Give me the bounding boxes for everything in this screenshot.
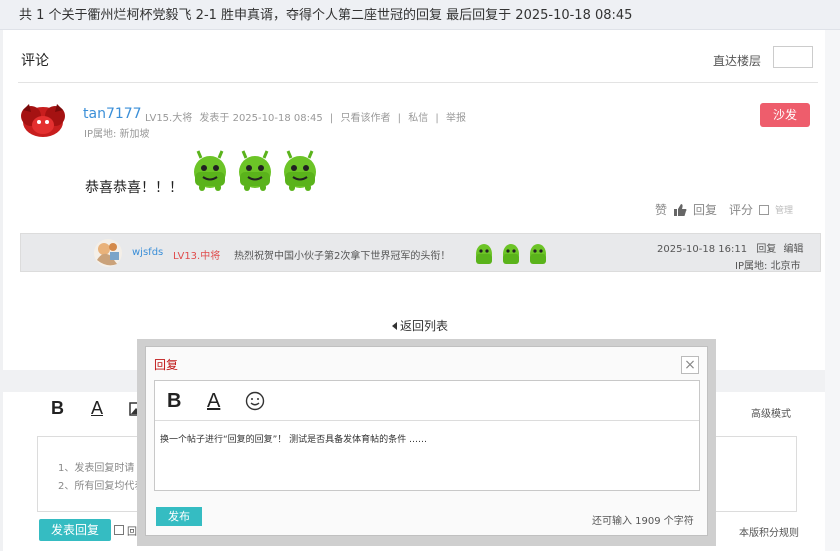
post-reply-button[interactable]: 发表回复 [39,519,111,541]
android-emoji-icon [503,244,519,264]
dialog-textarea[interactable]: 换一个帖子进行“回复的回复”！ 测试是否具备发体育帖的条件 …… [160,432,427,445]
post-actions: 赞 回复 评分 管理 [655,201,793,218]
char-count: 还可输入 1909 个字符 [592,516,694,527]
sub-reply: wjsfds LV13.中将 热烈祝贺中国小伙子第2次拿下世界冠军的头衔！ 20… [20,233,821,272]
meta-sep: | [329,113,334,124]
android-emoji-icon [194,150,226,191]
sub-reply-time: 2025-10-18 16:11 [657,244,748,255]
comments-panel: 评论 直达楼层 tan7177 LV15.大将 发表于 2025-10-18 0… [3,30,825,370]
post-ip: IP属地: 新加坡 [84,129,150,140]
jump-floor-input[interactable] [773,46,813,68]
sub-reply-edit-link[interactable]: 编辑 [784,244,804,255]
meta-sep: | [435,113,439,124]
post-date: 发表于 2025-10-18 08:45 [199,113,323,124]
reply-dialog: 回复 × B A 换一个帖子进行“回复的回复”！ 测试是否具备发体育帖的条件 …… [145,346,708,536]
points-rules-link[interactable]: 本版积分规则 [739,524,799,539]
reply-summary: 共 1 个关于衢州烂柯杯党毅飞 2-1 胜申真谞，夺得个人第二座世冠的回复 最后… [19,8,633,23]
sub-reply-text: 热烈祝贺中国小伙子第2次拿下世界冠军的头衔！ [234,251,451,262]
like-label[interactable]: 赞 [655,201,667,218]
android-emoji-icon [530,244,546,264]
only-author-link[interactable]: 只看该作者 [340,113,390,124]
hint-line-1: 1、发表回复时请 [58,463,135,474]
scrollbar[interactable] [825,30,840,551]
manage-checkbox[interactable] [759,204,770,215]
sub-reply-user[interactable]: wjsfds [132,247,163,258]
dialog-toolbar: B A [155,381,699,421]
advanced-mode-link[interactable]: 高级模式 [751,405,791,420]
sub-reply-reply-link[interactable]: 回复 [756,244,776,255]
android-emoji-icon [239,150,271,191]
sofa-badge[interactable]: 沙发 [760,103,810,127]
post-author[interactable]: tan7177 [83,106,142,122]
sub-reply-ip: IP属地: 北京市 [735,261,801,272]
dialog-editor: B A 换一个帖子进行“回复的回复”！ 测试是否具备发体育帖的条件 …… [154,380,700,491]
rate-link[interactable]: 评分 [729,201,753,218]
back-to-list-label[interactable]: 返回列表 [400,317,448,334]
font-color-button[interactable]: A [91,398,103,419]
android-emoji-icon [284,150,316,191]
dialog-post-button[interactable]: 发布 [156,507,202,526]
user-avatar[interactable] [17,100,69,140]
close-icon[interactable]: × [681,356,699,374]
jump-floor-label: 直达楼层 [713,54,762,68]
reply-option-checkbox[interactable] [114,525,124,535]
dialog-bold-button[interactable]: B [167,390,181,413]
post-level: LV15.大将 [145,113,193,124]
reply-link[interactable]: 回复 [693,201,717,218]
bold-button[interactable]: B [51,398,64,419]
reply-summary-bar: 共 1 个关于衢州烂柯杯党毅飞 2-1 胜申真谞，夺得个人第二座世冠的回复 最后… [0,0,840,30]
sub-reply-meta: 2025-10-18 16:11 回复 编辑 [657,240,804,255]
manage-label: 管理 [775,206,794,216]
comments-title: 评论 [21,53,49,69]
message-link[interactable]: 私信 [408,113,428,124]
meta-sep: | [397,113,402,124]
thumb-up-icon[interactable] [673,203,687,217]
report-link[interactable]: 举报 [446,113,466,124]
triangle-left-icon [392,321,397,330]
back-to-list-link[interactable]: 返回列表 [392,317,448,334]
android-emoji-icon [476,244,492,264]
post-content: 恭喜恭喜！！！ [85,180,183,196]
divider [18,82,818,83]
sub-reply-avatar[interactable] [93,238,123,268]
emoji-icon[interactable] [245,391,265,411]
dialog-title: 回复 [154,358,179,372]
hint-line-2: 2、所有回复均代表 [58,481,145,492]
dialog-font-color-button[interactable]: A [207,390,220,413]
sub-reply-level: LV13.中将 [173,251,221,262]
post-meta: LV15.大将 发表于 2025-10-18 08:45 | 只看该作者 | 私… [145,109,470,124]
